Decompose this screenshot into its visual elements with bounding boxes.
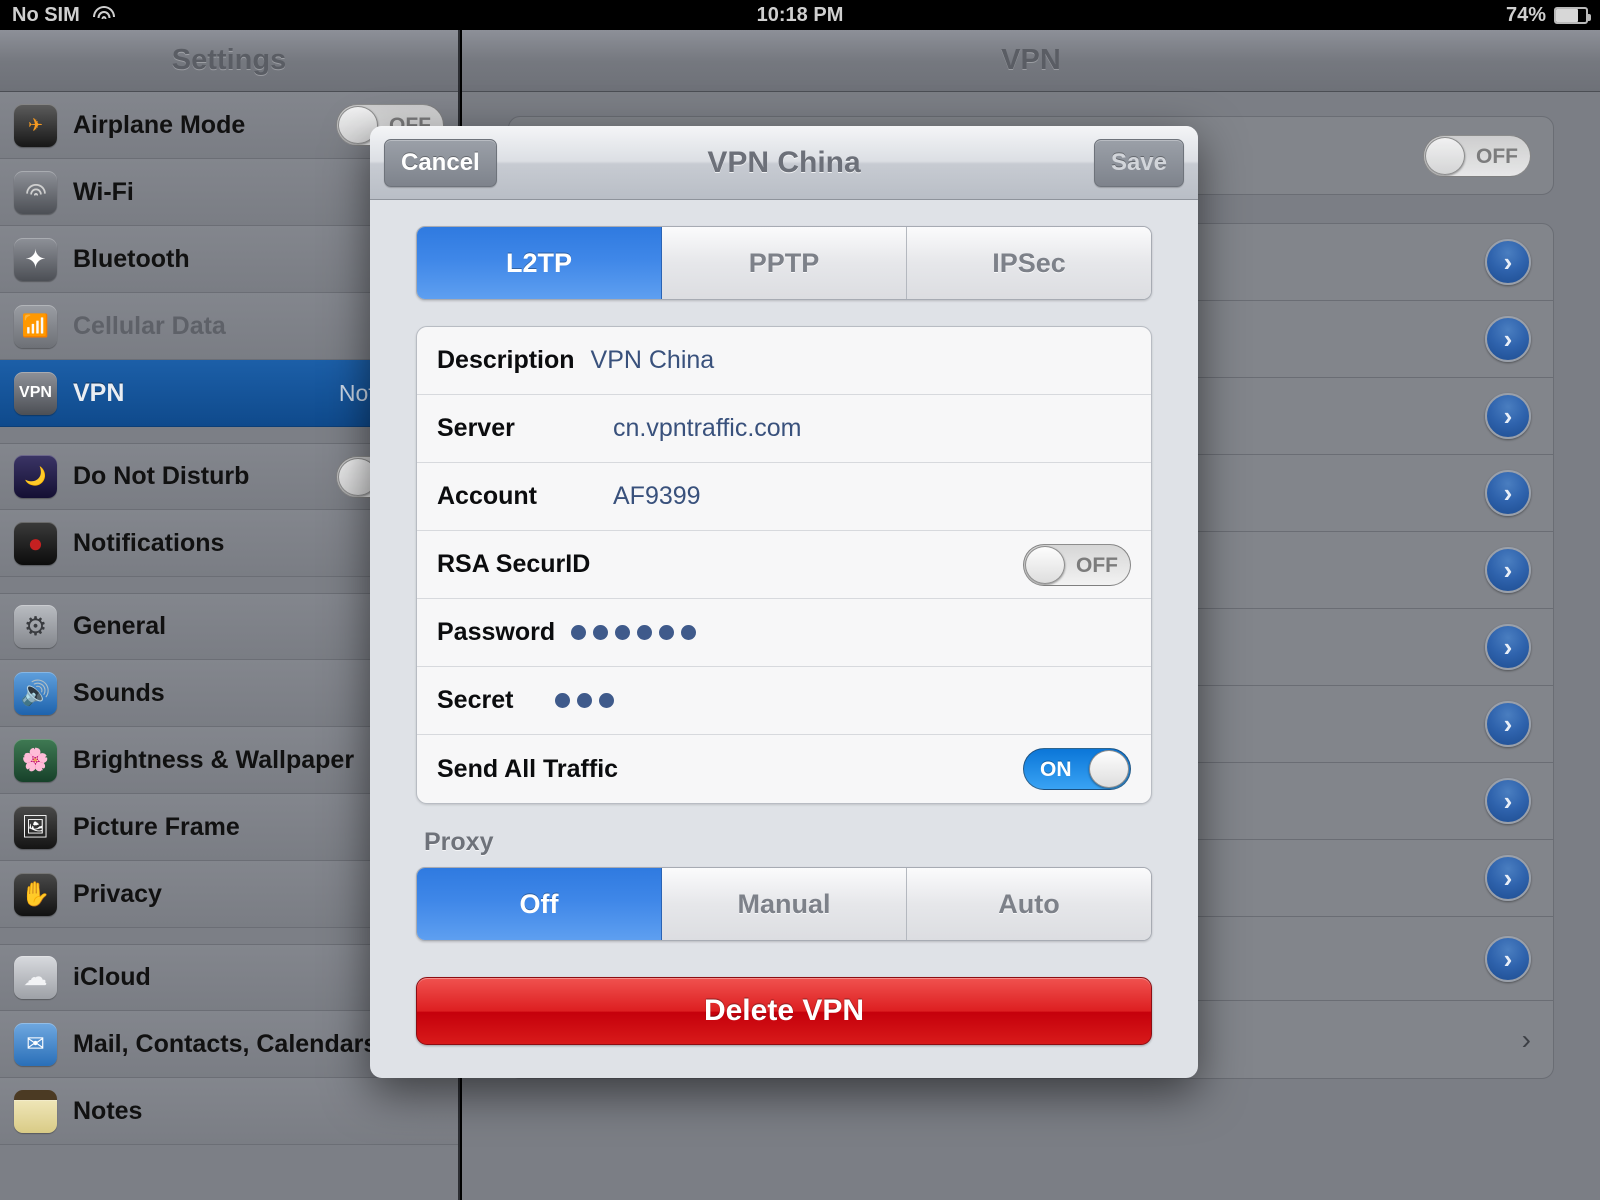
field-row-send-all-traffic[interactable]: Send All Traffic ON [417,735,1151,803]
tab-pptp[interactable]: PPTP [662,227,907,299]
notifications-icon: ● [14,521,57,565]
detail-chevron-icon[interactable]: › [1485,470,1531,516]
sidebar-item-label: Notifications [73,528,225,557]
toggle-state-label: ON [1040,758,1072,781]
sidebar-item-label: iCloud [73,963,151,991]
detail-chevron-icon[interactable]: › [1485,624,1531,670]
page-title: VPN [1001,44,1061,76]
cellular-icon: 📶 [14,304,57,348]
sidebar-item-label: Wi-Fi [73,177,134,206]
save-button[interactable]: Save [1093,138,1184,187]
proxy-option-off[interactable]: Off [417,868,662,940]
password-label: Password [437,618,556,646]
sidebar-item-label: Privacy [73,879,162,908]
rsa-securid-toggle[interactable]: OFF [1023,543,1131,586]
picture-frame-icon: 🖼 [14,805,57,849]
description-label: Description [437,346,575,374]
sounds-icon: 🔊 [14,671,57,715]
bluetooth-icon: ✦ [14,237,57,281]
sidebar-item-label: Picture Frame [73,812,240,841]
vpn-status-toggle[interactable]: OFF [1423,134,1531,177]
detail-chevron-icon[interactable]: › [1485,547,1531,593]
detail-chevron-icon[interactable]: › [1485,778,1531,824]
sidebar-item-label: Brightness & Wallpaper [73,745,355,774]
protocol-segmented-control: L2TP PPTP IPSec [416,226,1152,300]
toggle-state-label: OFF [1476,144,1518,168]
toggle-knob [1089,750,1129,788]
description-input[interactable]: VPN China [591,346,715,375]
sidebar-item-label: Mail, Contacts, Calendars [73,1029,378,1058]
proxy-option-manual[interactable]: Manual [662,868,907,940]
secret-label: Secret [437,686,514,714]
toggle-knob [1025,545,1065,584]
proxy-section-label: Proxy [424,828,494,856]
server-input[interactable]: cn.vpntraffic.com [613,414,802,443]
sidebar-item-label: General [73,612,167,640]
account-label: Account [437,482,537,510]
sidebar-item-label: Cellular Data [73,311,226,340]
detail-chevron-icon[interactable]: › [1485,316,1531,362]
battery-icon [1554,6,1591,24]
vpn-edit-modal: Cancel VPN China Save L2TP PPTP IPSec De… [370,126,1198,1078]
secret-input[interactable] [555,693,615,708]
sidebar-item-label: Airplane Mode [73,110,246,139]
send-all-traffic-label: Send All Traffic [437,754,619,783]
airplane-icon: ✈ [14,103,57,147]
sidebar-item-label: Notes [73,1096,143,1125]
vpn-pane-header: VPN [462,30,1600,92]
moon-icon: 🌙 [14,455,57,498]
sidebar-item-label: VPN [73,378,125,407]
detail-chevron-icon[interactable]: › [1485,239,1531,285]
cancel-button[interactable]: Cancel [384,138,497,187]
server-label: Server [437,414,515,442]
proxy-option-auto[interactable]: Auto [907,868,1151,940]
sidebar-item-label: Do Not Disturb [73,462,250,490]
detail-chevron-icon[interactable]: › [1485,936,1531,982]
brightness-icon: 🌸 [14,738,57,782]
mail-icon: ✉ [14,1022,57,1066]
wifi-icon [14,170,57,214]
rsa-securid-label: RSA SecurID [437,550,591,578]
proxy-segmented-control: Off Manual Auto [416,867,1152,941]
vpn-icon: VPN [14,371,57,415]
tab-l2tp[interactable]: L2TP [417,227,662,299]
field-row-password[interactable]: Password [417,599,1151,667]
password-input[interactable] [571,625,697,640]
icloud-icon: ☁ [14,956,57,999]
sidebar-item-notes[interactable]: Notes [0,1078,458,1145]
field-row-description[interactable]: Description VPN China [417,327,1151,395]
detail-chevron-icon[interactable]: › [1485,855,1531,901]
toggle-state-label: OFF [1076,553,1118,577]
detail-chevron-icon[interactable]: › [1485,393,1531,439]
field-row-server[interactable]: Server cn.vpntraffic.com [417,395,1151,463]
modal-toolbar: Cancel VPN China Save [370,126,1198,200]
detail-chevron-icon[interactable]: › [1485,701,1531,747]
sidebar-title: Settings [171,44,287,76]
ipad-settings-screen: No SIM 10:18 PM 74% Settings ✈ Airplane … [0,0,1600,1200]
status-bar: No SIM 10:18 PM 74% [0,0,1600,30]
status-bar-clock: 10:18 PM [756,3,844,26]
sidebar-item-label: Bluetooth [73,244,190,273]
chevron-right-icon: › [1521,1023,1531,1055]
field-row-rsa-securid[interactable]: RSA SecurID OFF [417,531,1151,599]
account-input[interactable]: AF9399 [613,482,701,511]
toggle-knob [1425,136,1465,175]
field-row-secret[interactable]: Secret [417,667,1151,735]
field-row-account[interactable]: Account AF9399 [417,463,1151,531]
notes-icon [14,1089,57,1133]
gear-icon: ⚙ [14,605,57,648]
sidebar-header: Settings [0,30,458,92]
sidebar-item-label: Sounds [73,678,165,707]
tab-ipsec[interactable]: IPSec [907,227,1151,299]
modal-body: L2TP PPTP IPSec Description VPN China Se… [370,200,1198,1045]
vpn-form-group: Description VPN China Server cn.vpntraff… [416,326,1152,804]
privacy-hand-icon: ✋ [14,872,57,916]
delete-vpn-button[interactable]: Delete VPN [416,977,1152,1045]
send-all-traffic-toggle[interactable]: ON [1023,748,1131,790]
